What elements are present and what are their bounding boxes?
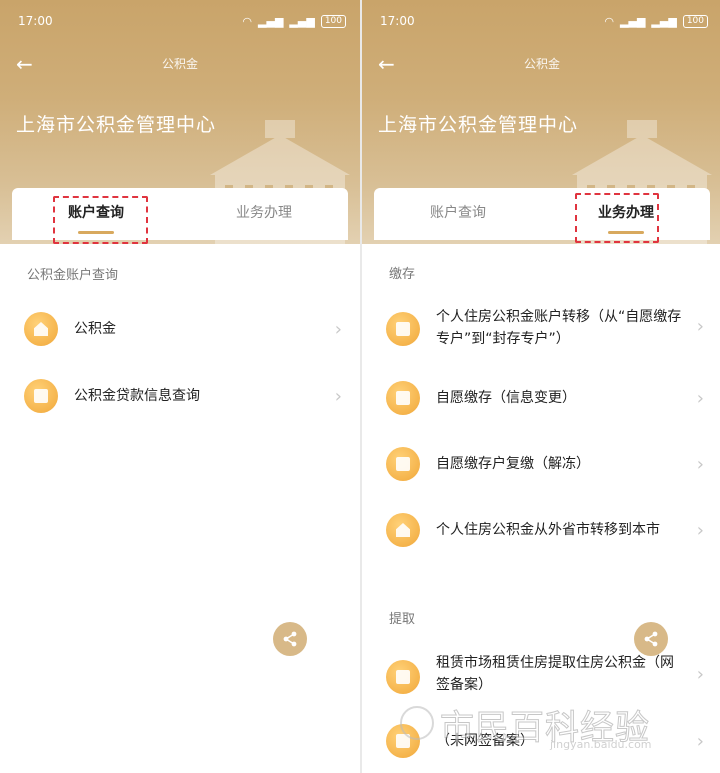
document-check-icon (24, 379, 58, 413)
nav-title: 公积金 (161, 57, 198, 71)
tab-account-query[interactable]: 账户查询 (374, 188, 542, 240)
list-item-rent-withdraw[interactable]: 租赁市场租赁住房提取住房公积金（网签备案） › (362, 652, 720, 698)
chevron-right-icon: › (696, 519, 704, 541)
list-item-voluntary-change[interactable]: 自愿缴存（信息变更） › (362, 381, 720, 415)
section-title-deposit: 缴存 (389, 267, 416, 282)
org-title: 上海市公积金管理中心 (16, 114, 217, 136)
chevron-right-icon: › (696, 453, 704, 475)
wifi-icon: ◠ (604, 14, 615, 28)
list-item-label: 个人住房公积金从外省市转移到本市 (436, 522, 660, 538)
share-button[interactable] (634, 622, 668, 656)
section-title: 公积金账户查询 (27, 268, 119, 283)
chevron-right-icon: › (696, 664, 704, 685)
status-time: 17:00 (380, 14, 415, 28)
list-item-label: 个人住房公积金账户转移（从“自愿缴存专户”到“封存专户”） (436, 309, 682, 347)
nav-bar: ← 公积金 (362, 52, 720, 76)
chevron-right-icon: › (696, 387, 704, 409)
nav-title: 公积金 (523, 57, 560, 71)
signal-icon: ▂▄▆ (258, 14, 284, 28)
watermark-url: jingyan.baidu.com (550, 738, 652, 751)
list-item-label: 自愿缴存户复缴（解冻） (436, 456, 590, 472)
list-item-transfer-in[interactable]: 个人住房公积金从外省市转移到本市 › (362, 513, 720, 547)
status-bar: 17:00 ◠ ▂▄▆ ▂▄▆ 100 (18, 12, 346, 30)
house-icon (386, 513, 420, 547)
tab-bar: 账户查询 业务办理 (374, 188, 710, 240)
chevron-right-icon: › (334, 318, 342, 340)
signal-icon: ▂▄▆ (620, 14, 646, 28)
share-icon (644, 631, 658, 647)
status-bar: 17:00 ◠ ▂▄▆ ▂▄▆ 100 (380, 12, 708, 30)
nav-bar: ← 公积金 (0, 52, 360, 76)
unlock-icon (386, 447, 420, 481)
highlight-box (575, 193, 659, 243)
edit-icon (386, 381, 420, 415)
wifi-icon: ◠ (242, 14, 253, 28)
share-button[interactable] (273, 622, 307, 656)
content-area: 公积金账户查询 公积金 › 公积金贷款信息查询 › (0, 244, 360, 773)
tab-business[interactable]: 业务办理 (180, 188, 348, 240)
right-screen: 17:00 ◠ ▂▄▆ ▂▄▆ 100 ← 公积金 上海市公积金管理中心 账户查… (362, 0, 720, 773)
status-time: 17:00 (18, 14, 53, 28)
org-title: 上海市公积金管理中心 (378, 114, 579, 136)
signal-icon: ▂▄▆ (651, 14, 677, 28)
list-item-label: 公积金 (74, 321, 116, 337)
list-item-loan[interactable]: 公积金贷款信息查询 › (0, 379, 360, 413)
battery-icon: 100 (682, 14, 708, 28)
document-icon (386, 312, 420, 346)
highlight-box (53, 196, 148, 244)
list-item-label: 公积金贷款信息查询 (74, 388, 200, 404)
list-item-transfer[interactable]: 个人住房公积金账户转移（从“自愿缴存专户”到“封存专户”） › (362, 306, 720, 352)
battery-icon: 100 (320, 14, 346, 28)
list-item-label: 自愿缴存（信息变更） (436, 390, 576, 406)
share-icon (283, 631, 297, 647)
chevron-right-icon: › (334, 385, 342, 407)
chevron-right-icon: › (696, 316, 704, 337)
watermark: 市民百科经验 jingyan.baidu.com (400, 700, 710, 760)
document-icon (386, 660, 420, 694)
baidu-logo-icon (400, 706, 434, 740)
section-title-withdraw: 提取 (389, 612, 416, 627)
house-icon (24, 312, 58, 346)
signal-icon: ▂▄▆ (289, 14, 315, 28)
left-screen: 17:00 ◠ ▂▄▆ ▂▄▆ 100 ← 公积金 上海市公积金管理中心 账户查… (0, 0, 360, 773)
list-item-resume[interactable]: 自愿缴存户复缴（解冻） › (362, 447, 720, 481)
content-area: 缴存 个人住房公积金账户转移（从“自愿缴存专户”到“封存专户”） › 自愿缴存（… (362, 244, 720, 773)
list-item-gjj[interactable]: 公积金 › (0, 312, 360, 346)
list-item-label: 租赁市场租赁住房提取住房公积金（网签备案） (436, 655, 674, 693)
